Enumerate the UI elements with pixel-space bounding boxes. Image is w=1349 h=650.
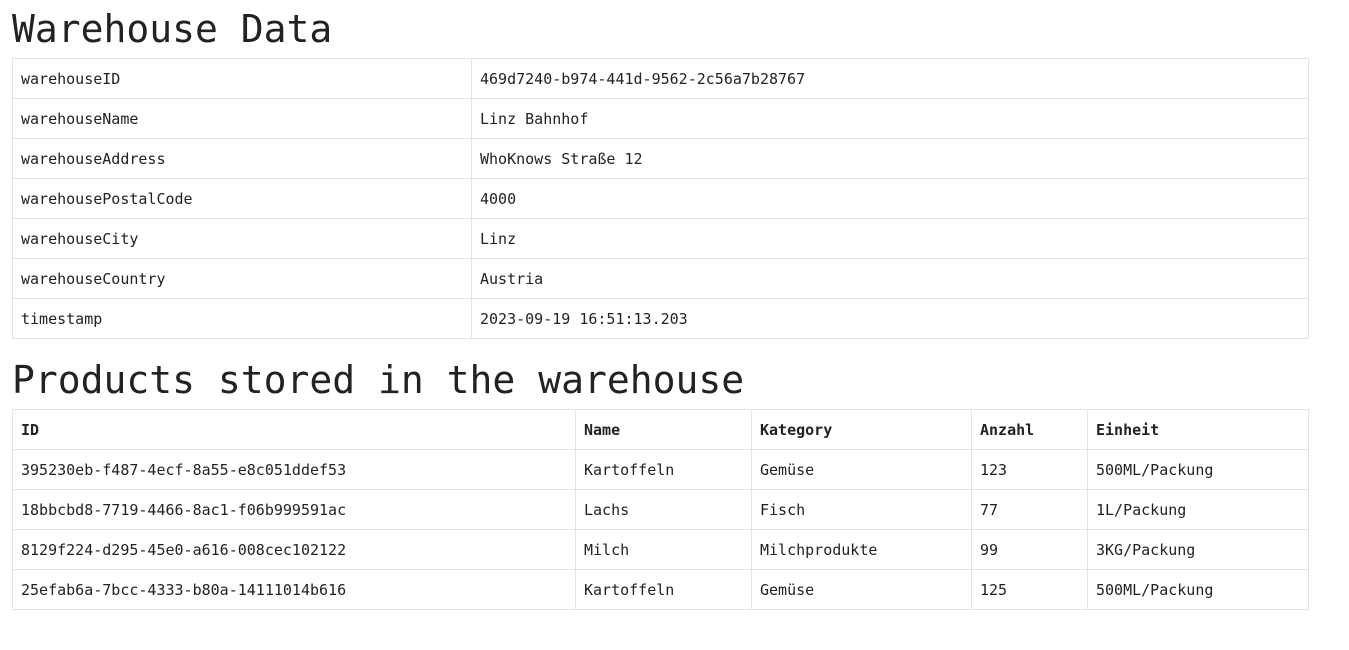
- warehouse-field-value: WhoKnows Straße 12: [471, 138, 1309, 179]
- table-row: warehouseName Linz Bahnhof: [12, 98, 1309, 139]
- table-row: warehouseCountry Austria: [12, 258, 1309, 299]
- product-quantity-cell: 125: [971, 569, 1088, 610]
- product-id-cell: 8129f224-d295-45e0-a616-008cec102122: [12, 529, 576, 570]
- product-id-cell: 395230eb-f487-4ecf-8a55-e8c051ddef53: [12, 449, 576, 490]
- product-category-cell: Gemüse: [751, 449, 972, 490]
- warehouse-field-value: 469d7240-b974-441d-9562-2c56a7b28767: [471, 58, 1309, 99]
- warehouse-field-key: warehouseCity: [12, 218, 472, 259]
- warehouse-field-value: Linz Bahnhof: [471, 98, 1309, 139]
- warehouse-field-value: 2023-09-19 16:51:13.203: [471, 298, 1309, 339]
- table-row: 18bbcbd8-7719-4466-8ac1-f06b999591ac Lac…: [12, 489, 1309, 530]
- product-category-cell: Fisch: [751, 489, 972, 530]
- product-id-cell: 18bbcbd8-7719-4466-8ac1-f06b999591ac: [12, 489, 576, 530]
- table-row: warehousePostalCode 4000: [12, 178, 1309, 219]
- warehouse-field-key: warehouseID: [12, 58, 472, 99]
- warehouse-field-value: 4000: [471, 178, 1309, 219]
- column-header-id: ID: [12, 409, 576, 450]
- table-row: 8129f224-d295-45e0-a616-008cec102122 Mil…: [12, 529, 1309, 570]
- column-header-name: Name: [575, 409, 752, 450]
- warehouse-field-value: Linz: [471, 218, 1309, 259]
- warehouse-field-key: warehouseCountry: [12, 258, 472, 299]
- product-quantity-cell: 99: [971, 529, 1088, 570]
- product-category-cell: Milchprodukte: [751, 529, 972, 570]
- product-unit-cell: 1L/Packung: [1087, 489, 1309, 530]
- table-row: 395230eb-f487-4ecf-8a55-e8c051ddef53 Kar…: [12, 449, 1309, 490]
- table-row: timestamp 2023-09-19 16:51:13.203: [12, 298, 1309, 339]
- products-table: ID Name Kategory Anzahl Einheit 395230eb…: [12, 409, 1309, 610]
- table-header-row: ID Name Kategory Anzahl Einheit: [12, 409, 1309, 450]
- product-unit-cell: 500ML/Packung: [1087, 569, 1309, 610]
- warehouse-field-key: timestamp: [12, 298, 472, 339]
- table-row: warehouseCity Linz: [12, 218, 1309, 259]
- table-row: warehouseAddress WhoKnows Straße 12: [12, 138, 1309, 179]
- warehouse-title: Warehouse Data: [12, 7, 333, 51]
- table-row: warehouseID 469d7240-b974-441d-9562-2c56…: [12, 58, 1309, 99]
- product-quantity-cell: 77: [971, 489, 1088, 530]
- product-name-cell: Kartoffeln: [575, 449, 752, 490]
- warehouse-data-table: warehouseID 469d7240-b974-441d-9562-2c56…: [12, 58, 1309, 339]
- product-id-cell: 25efab6a-7bcc-4333-b80a-14111014b616: [12, 569, 576, 610]
- product-name-cell: Lachs: [575, 489, 752, 530]
- warehouse-field-value: Austria: [471, 258, 1309, 299]
- page: Warehouse Data warehouseID 469d7240-b974…: [0, 0, 1309, 610]
- column-header-kategory: Kategory: [751, 409, 972, 450]
- product-name-cell: Milch: [575, 529, 752, 570]
- product-name-cell: Kartoffeln: [575, 569, 752, 610]
- column-header-anzahl: Anzahl: [971, 409, 1088, 450]
- warehouse-field-key: warehousePostalCode: [12, 178, 472, 219]
- product-unit-cell: 500ML/Packung: [1087, 449, 1309, 490]
- product-quantity-cell: 123: [971, 449, 1088, 490]
- product-category-cell: Gemüse: [751, 569, 972, 610]
- warehouse-field-key: warehouseAddress: [12, 138, 472, 179]
- column-header-einheit: Einheit: [1087, 409, 1309, 450]
- table-row: 25efab6a-7bcc-4333-b80a-14111014b616 Kar…: [12, 569, 1309, 610]
- product-unit-cell: 3KG/Packung: [1087, 529, 1309, 570]
- warehouse-field-key: warehouseName: [12, 98, 472, 139]
- products-title: Products stored in the warehouse: [12, 358, 745, 402]
